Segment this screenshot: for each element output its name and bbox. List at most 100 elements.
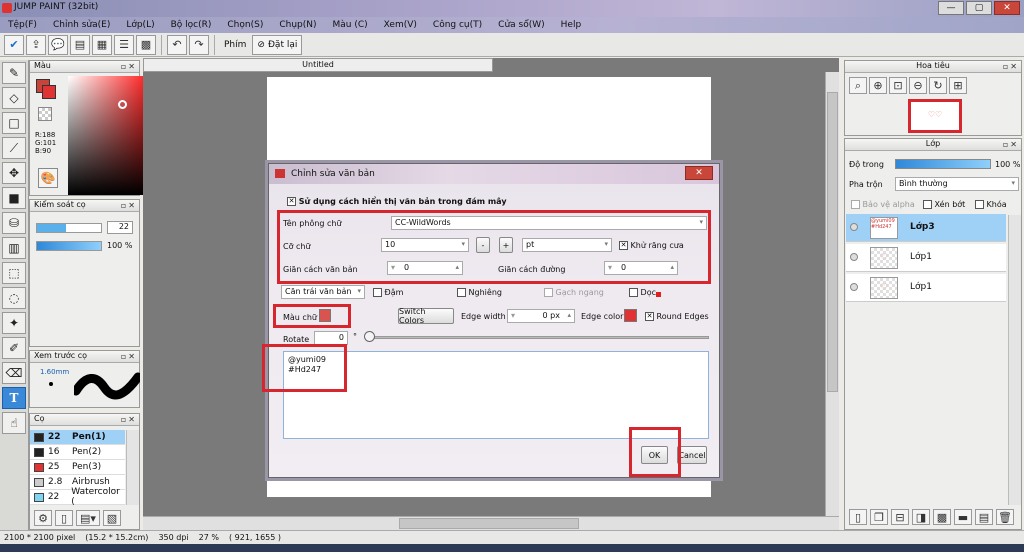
brush-item[interactable]: 16 Pen(2) bbox=[30, 445, 125, 460]
text-align-select[interactable]: Căn trái văn bản ▾ bbox=[281, 285, 365, 299]
transparent-swatch[interactable] bbox=[38, 107, 52, 121]
italic-checkbox[interactable] bbox=[457, 288, 466, 297]
brush-menu-icon[interactable]: ▤▾ bbox=[76, 510, 100, 526]
switch-colors-button[interactable]: Switch Colors bbox=[398, 307, 454, 325]
menu-view[interactable]: Xem(V) bbox=[376, 20, 425, 30]
brush-settings-icon[interactable]: ⚙ bbox=[34, 510, 52, 526]
menu-filter[interactable]: Bộ lọc(R) bbox=[163, 20, 220, 30]
visibility-icon[interactable] bbox=[850, 253, 858, 261]
undo-icon[interactable]: ↶ bbox=[167, 34, 187, 55]
comment-icon[interactable]: 💬 bbox=[48, 34, 68, 55]
zoom-fit-icon[interactable]: ⌕ bbox=[849, 77, 867, 94]
gradient-tool-icon[interactable]: ▥ bbox=[2, 237, 26, 259]
menu-select[interactable]: Chọn(S) bbox=[219, 20, 271, 30]
brush-size-slider[interactable] bbox=[36, 223, 102, 233]
layer-opacity-slider[interactable] bbox=[895, 159, 991, 169]
menu-window[interactable]: Cửa sổ(W) bbox=[490, 20, 552, 30]
panel-controls-icon[interactable]: ▫✕ bbox=[121, 352, 137, 361]
blend-mode-select[interactable]: Bình thường ▾ bbox=[895, 177, 1019, 191]
panel-controls-icon[interactable]: ▫✕ bbox=[121, 415, 137, 424]
vertical-checkbox[interactable] bbox=[629, 288, 638, 297]
menu-help[interactable]: Help bbox=[553, 20, 590, 30]
magic-wand-tool-icon[interactable]: ✦ bbox=[2, 312, 26, 334]
folder-icon[interactable]: ▬ bbox=[954, 509, 972, 525]
rectangle-tool-icon[interactable]: □ bbox=[2, 112, 26, 134]
zoom-out-icon[interactable]: ⊖ bbox=[909, 77, 927, 94]
menu-tools[interactable]: Công cụ(T) bbox=[425, 20, 490, 30]
zoom-in-icon[interactable]: ⊕ bbox=[869, 77, 887, 94]
select-rect-tool-icon[interactable]: ⬚ bbox=[2, 262, 26, 284]
menu-color[interactable]: Màu (C) bbox=[325, 20, 376, 30]
delete-layer-icon[interactable]: 🗑 bbox=[996, 509, 1014, 525]
share-icon[interactable]: ⇪ bbox=[26, 34, 46, 55]
tone-layer-icon[interactable]: ▩ bbox=[933, 509, 951, 525]
clip-checkbox[interactable] bbox=[923, 200, 932, 209]
eraser-tool-icon[interactable]: ◇ bbox=[2, 87, 26, 109]
menu-file[interactable]: Tệp(F) bbox=[0, 20, 45, 30]
horizontal-scrollbar[interactable] bbox=[143, 516, 839, 530]
select-eraser-tool-icon[interactable]: ⌫ bbox=[2, 362, 26, 384]
bold-checkbox[interactable] bbox=[373, 288, 382, 297]
panel-controls-icon[interactable]: ▫✕ bbox=[1003, 62, 1019, 71]
layer-row[interactable]: ♡ Lớp1 bbox=[846, 244, 1006, 272]
grid-icon[interactable]: ▩ bbox=[136, 34, 156, 55]
layer-list-scrollbar[interactable] bbox=[1008, 215, 1021, 505]
panel-controls-icon[interactable]: ▫✕ bbox=[1003, 140, 1019, 149]
round-edges-checkbox[interactable]: ✕ bbox=[645, 312, 654, 321]
palette-icon[interactable]: 🎨 bbox=[38, 168, 58, 188]
list-icon[interactable]: ☰ bbox=[114, 34, 134, 55]
close-window-button[interactable]: ✕ bbox=[994, 1, 1020, 15]
layer-menu-icon[interactable]: ▤ bbox=[975, 509, 993, 525]
actual-size-icon[interactable]: ⊡ bbox=[889, 77, 907, 94]
menu-layer[interactable]: Lớp(L) bbox=[118, 20, 162, 30]
edge-width-stepper[interactable]: ▾ 0 px ▴ bbox=[507, 309, 575, 323]
delete-brush-icon[interactable]: ▧ bbox=[103, 510, 121, 526]
merge-layer-icon[interactable]: ⊟ bbox=[891, 509, 909, 525]
menu-edit[interactable]: Chỉnh sửa(E) bbox=[45, 20, 118, 30]
brush-item[interactable]: 25 Pen(3) bbox=[30, 460, 125, 475]
layer-mask-icon[interactable]: ◨ bbox=[912, 509, 930, 525]
reset-button[interactable]: ⊘ Đặt lại bbox=[252, 34, 303, 55]
text-tool-icon[interactable]: T bbox=[2, 387, 26, 409]
panel-controls-icon[interactable]: ▫✕ bbox=[121, 62, 137, 71]
navigator-thumbnail[interactable]: ♡♡ bbox=[908, 99, 962, 133]
minimize-button[interactable]: — bbox=[938, 1, 964, 15]
line-tool-icon[interactable]: ⟋ bbox=[2, 137, 26, 159]
visibility-icon[interactable] bbox=[850, 223, 858, 231]
document-icon[interactable]: ▦ bbox=[92, 34, 112, 55]
vertical-scrollbar[interactable] bbox=[825, 72, 839, 516]
rotate-icon[interactable]: ↻ bbox=[929, 77, 947, 94]
layer-row[interactable]: ♡ Lớp1 bbox=[846, 274, 1006, 302]
fill-rect-tool-icon[interactable]: ■ bbox=[2, 187, 26, 209]
protect-alpha-checkbox[interactable] bbox=[851, 200, 860, 209]
flip-icon[interactable]: ⊞ bbox=[949, 77, 967, 94]
bucket-tool-icon[interactable]: ⛁ bbox=[2, 212, 26, 234]
lasso-tool-icon[interactable]: ◌ bbox=[2, 287, 26, 309]
brush-tool-icon[interactable]: ✎ bbox=[2, 62, 26, 84]
new-brush-icon[interactable]: ▯ bbox=[55, 510, 73, 526]
saturation-value-picker[interactable] bbox=[68, 76, 150, 195]
lock-checkbox[interactable] bbox=[975, 200, 984, 209]
layer-row[interactable]: @yumi09 #Hd247 Lớp3 bbox=[846, 214, 1006, 242]
edge-color-swatch[interactable] bbox=[624, 309, 637, 322]
menu-capture[interactable]: Chụp(N) bbox=[271, 20, 324, 30]
copy-layer-icon[interactable]: ❐ bbox=[870, 509, 888, 525]
panel-icon[interactable]: ▤ bbox=[70, 34, 90, 55]
maximize-button[interactable]: ▢ bbox=[966, 1, 992, 15]
move-tool-icon[interactable]: ✥ bbox=[2, 162, 26, 184]
brush-item[interactable]: 22 Watercolor ( bbox=[30, 487, 125, 507]
select-pen-tool-icon[interactable]: ✐ bbox=[2, 337, 26, 359]
brush-list-scrollbar[interactable] bbox=[126, 430, 139, 505]
brush-opacity-slider[interactable] bbox=[36, 241, 102, 251]
brush-item[interactable]: 22 Pen(1) bbox=[30, 430, 125, 445]
brush-size-value[interactable]: 22 bbox=[107, 221, 133, 234]
cancel-button[interactable]: Cancel bbox=[677, 446, 707, 464]
rotate-input[interactable]: 0 bbox=[314, 331, 348, 345]
rotate-slider-thumb[interactable] bbox=[364, 331, 375, 342]
new-layer-icon[interactable]: ▯ bbox=[849, 509, 867, 525]
strike-checkbox[interactable] bbox=[544, 288, 553, 297]
redo-icon[interactable]: ↷ bbox=[189, 34, 209, 55]
dialog-close-button[interactable]: ✕ bbox=[685, 166, 713, 180]
visibility-icon[interactable] bbox=[850, 283, 858, 291]
panel-controls-icon[interactable]: ▫✕ bbox=[121, 201, 137, 210]
